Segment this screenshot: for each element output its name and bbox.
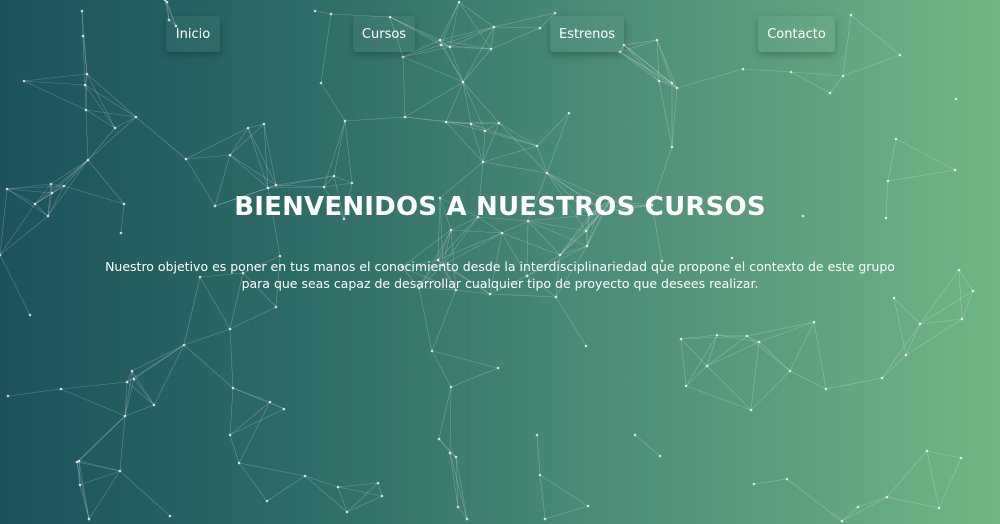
nav-estrenos-button[interactable]: Estrenos — [550, 16, 624, 52]
hero-section: Inicio Cursos Estrenos Contacto BIENVENI… — [0, 0, 1000, 524]
hero-title: BIENVENIDOS A NUESTROS CURSOS — [234, 192, 766, 222]
nav-contacto-button[interactable]: Contacto — [758, 16, 835, 52]
hero-description: Nuestro objetivo es poner en tus manos e… — [105, 259, 895, 291]
nav-inicio-button[interactable]: Inicio — [166, 16, 220, 52]
nav-cursos-button[interactable]: Cursos — [353, 16, 415, 52]
